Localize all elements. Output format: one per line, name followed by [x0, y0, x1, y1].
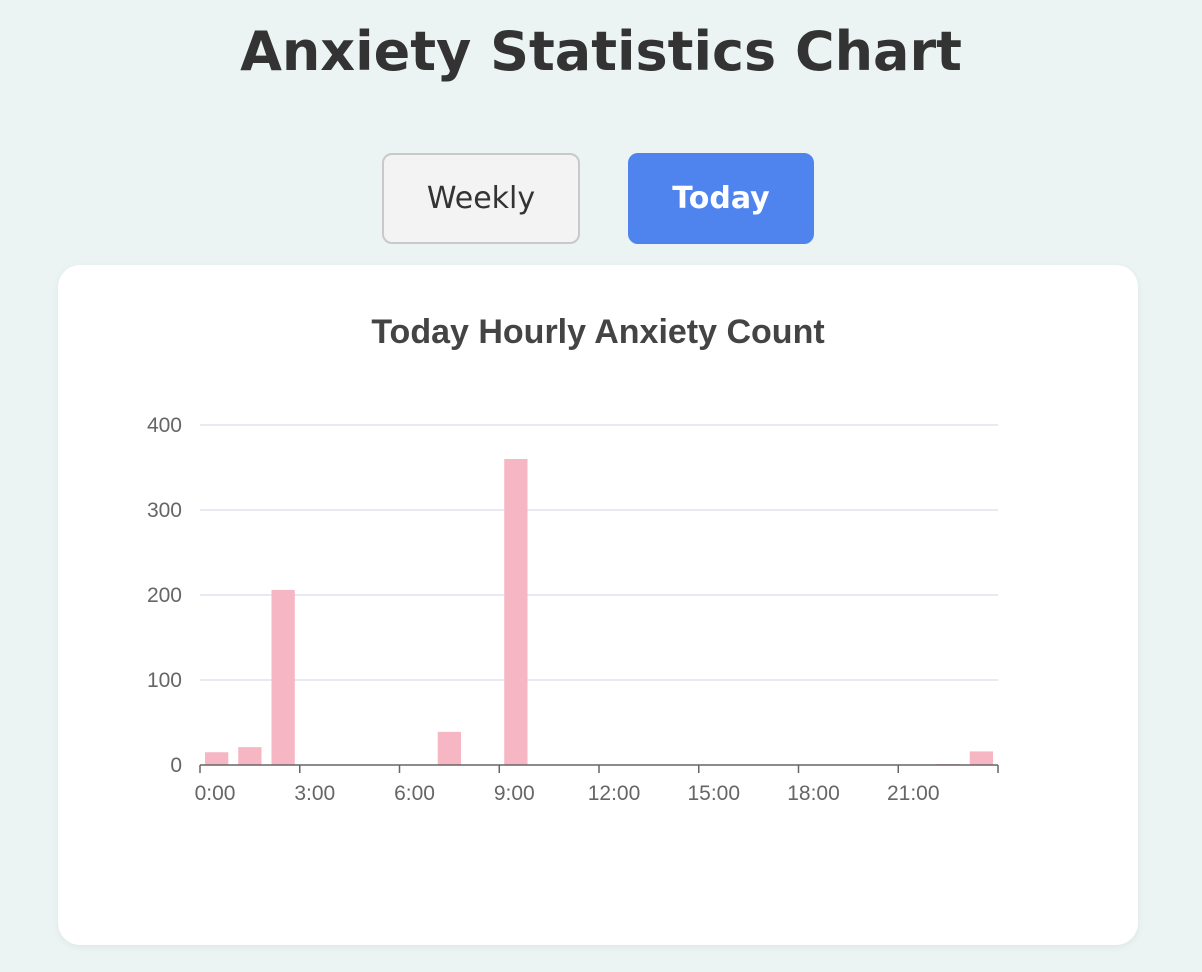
today-button[interactable]: Today: [628, 153, 814, 244]
y-tick-label: 300: [147, 499, 182, 522]
y-tick-label: 0: [170, 754, 182, 777]
grid-layer: [200, 424, 998, 681]
x-tick-label: 3:00: [294, 782, 335, 805]
page-title: Anxiety Statistics Chart: [240, 20, 962, 83]
y-tick-label: 100: [147, 669, 182, 692]
x-tick-label: 6:00: [394, 782, 435, 805]
bar[interactable]: [238, 747, 262, 765]
x-tick-label: 12:00: [588, 782, 641, 805]
chart-title: Today Hourly Anxiety Count: [371, 313, 824, 351]
x-tick-label: 0:00: [195, 782, 236, 805]
bar-layer: [204, 459, 994, 765]
chart-card: Today Hourly Anxiety Count 0 100 200 300 400…: [58, 265, 1138, 945]
y-tick-label: 200: [147, 584, 182, 607]
y-tick-label: 400: [147, 414, 182, 437]
bar[interactable]: [437, 731, 462, 765]
x-tick-label: 18:00: [787, 782, 840, 805]
chart-svg: Today Hourly Anxiety Count 0 100 200 300 400…: [147, 313, 999, 805]
x-tick-label: 9:00: [494, 782, 535, 805]
x-tick-label: 15:00: [687, 782, 740, 805]
bar[interactable]: [204, 752, 229, 765]
bar[interactable]: [504, 459, 528, 765]
weekly-button[interactable]: Weekly: [382, 153, 580, 244]
x-tick-label: 21:00: [887, 782, 940, 805]
bar[interactable]: [271, 589, 295, 765]
bar[interactable]: [969, 751, 994, 765]
